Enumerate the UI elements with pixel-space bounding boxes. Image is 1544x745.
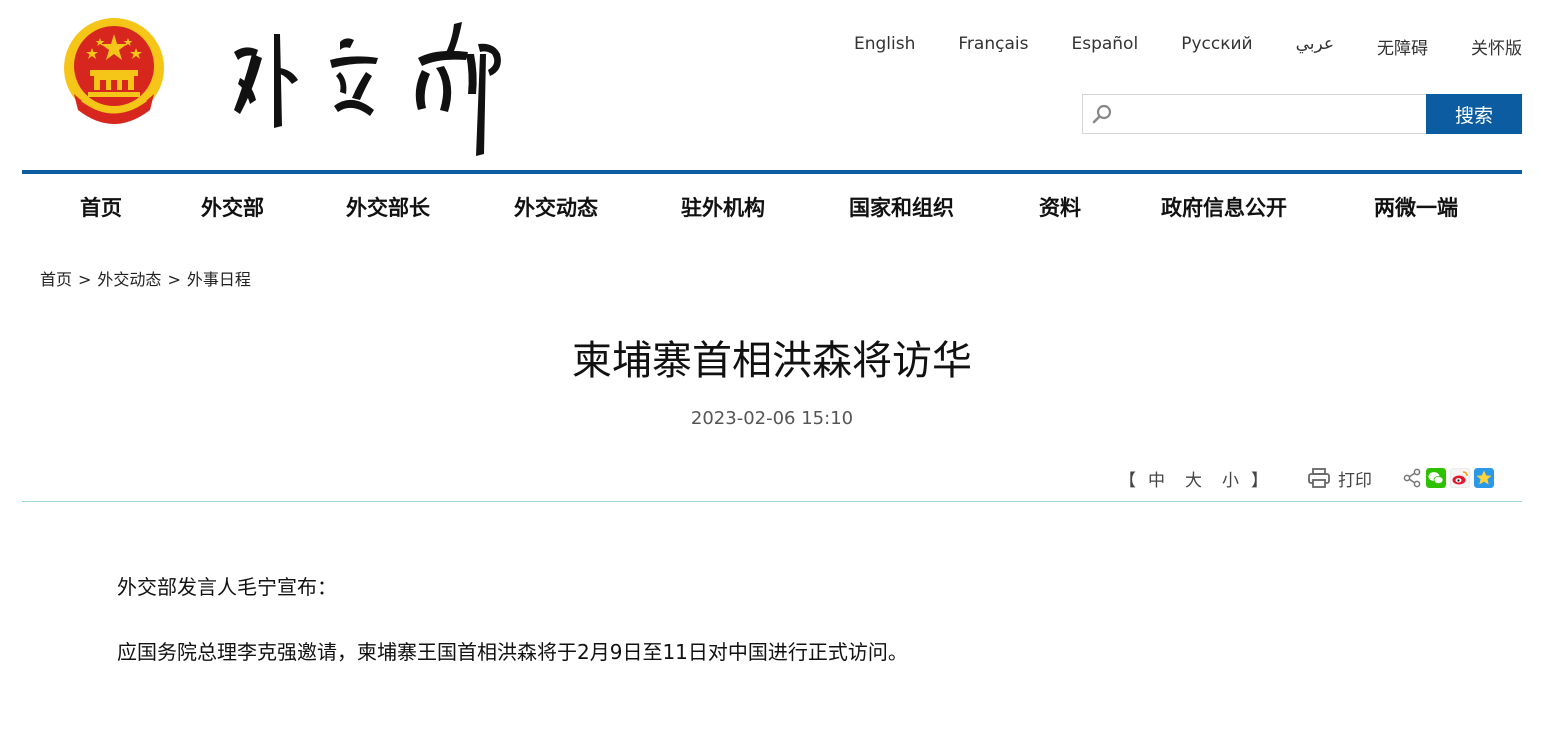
nav-item-home[interactable]: 首页	[80, 192, 122, 222]
qzone-icon[interactable]	[1474, 468, 1494, 488]
font-size-large-button[interactable]: 大	[1185, 466, 1202, 491]
site-header: English Français Español Русский عربي 无障…	[0, 0, 1544, 172]
article-title: 柬埔寨首相洪森将访华	[572, 338, 972, 384]
share-bar	[1402, 468, 1494, 488]
nav-item-diplomatic-news[interactable]: 外交动态	[514, 192, 598, 222]
article-tools: 【 中 大 小 】 打印	[1117, 464, 1494, 492]
breadcrumb: 首页 > 外交动态 > 外事日程	[40, 266, 251, 290]
site-logo[interactable]	[222, 14, 512, 159]
font-size-selector: 【 中 大 小 】	[1117, 466, 1270, 491]
weibo-icon[interactable]	[1450, 468, 1470, 488]
bracket-open: 【	[1119, 470, 1136, 491]
accessibility-link[interactable]: 无障碍	[1377, 34, 1428, 59]
article-paragraph: 应国务院总理李克强邀请，柬埔寨王国首相洪森将于2月9日至11日对中国进行正式访问…	[117, 640, 908, 664]
nav-item-countries-organizations[interactable]: 国家和组织	[849, 192, 954, 222]
lang-spanish-link[interactable]: Español	[1071, 34, 1138, 59]
main-nav: 首页 外交部 外交部长 外交动态 驻外机构 国家和组织 资料 政府信息公开 两微…	[22, 174, 1522, 238]
breadcrumb-diplomatic-news-link[interactable]: 外交动态	[97, 270, 161, 289]
search-input[interactable]	[1119, 97, 1419, 131]
wechat-icon[interactable]	[1426, 468, 1446, 488]
nav-item-government-info[interactable]: 政府信息公开	[1161, 192, 1287, 222]
national-emblem-icon[interactable]	[60, 14, 168, 126]
lang-english-link[interactable]: English	[854, 34, 915, 59]
breadcrumb-foreign-affairs-schedule-link[interactable]: 外事日程	[187, 270, 251, 289]
article-paragraph: 外交部发言人毛宁宣布：	[117, 575, 337, 599]
nav-item-minister[interactable]: 外交部长	[346, 192, 430, 222]
font-size-small-button[interactable]: 小	[1222, 466, 1239, 491]
language-bar: English Français Español Русский عربي 无障…	[811, 34, 1522, 59]
lang-french-link[interactable]: Français	[958, 34, 1028, 59]
print-icon	[1308, 468, 1330, 488]
print-button[interactable]: 打印	[1308, 466, 1372, 491]
share-icon	[1403, 468, 1421, 488]
article-body: 外交部发言人毛宁宣布： 应国务院总理李克强邀请，柬埔寨王国首相洪森将于2月9日至…	[117, 572, 1417, 702]
nav-item-ministry[interactable]: 外交部	[201, 192, 264, 222]
search-box: 搜索	[1082, 94, 1522, 134]
print-label: 打印	[1338, 470, 1372, 491]
breadcrumb-separator: >	[167, 270, 181, 289]
search-icon	[1092, 104, 1112, 124]
nav-item-resources[interactable]: 资料	[1039, 192, 1081, 222]
breadcrumb-home-link[interactable]: 首页	[40, 270, 72, 289]
nav-item-missions-abroad[interactable]: 驻外机构	[681, 192, 765, 222]
bracket-close: 】	[1251, 470, 1268, 491]
lang-russian-link[interactable]: Русский	[1181, 34, 1252, 59]
font-size-medium-button[interactable]: 中	[1148, 466, 1165, 491]
article-date: 2023-02-06 15:10	[690, 408, 854, 429]
content-divider	[22, 501, 1522, 502]
search-button[interactable]: 搜索	[1426, 94, 1522, 134]
nav-item-social-apps[interactable]: 两微一端	[1374, 192, 1458, 222]
elderly-care-link[interactable]: 关怀版	[1471, 34, 1522, 59]
lang-arabic-link[interactable]: عربي	[1296, 34, 1334, 59]
breadcrumb-separator: >	[78, 270, 92, 289]
